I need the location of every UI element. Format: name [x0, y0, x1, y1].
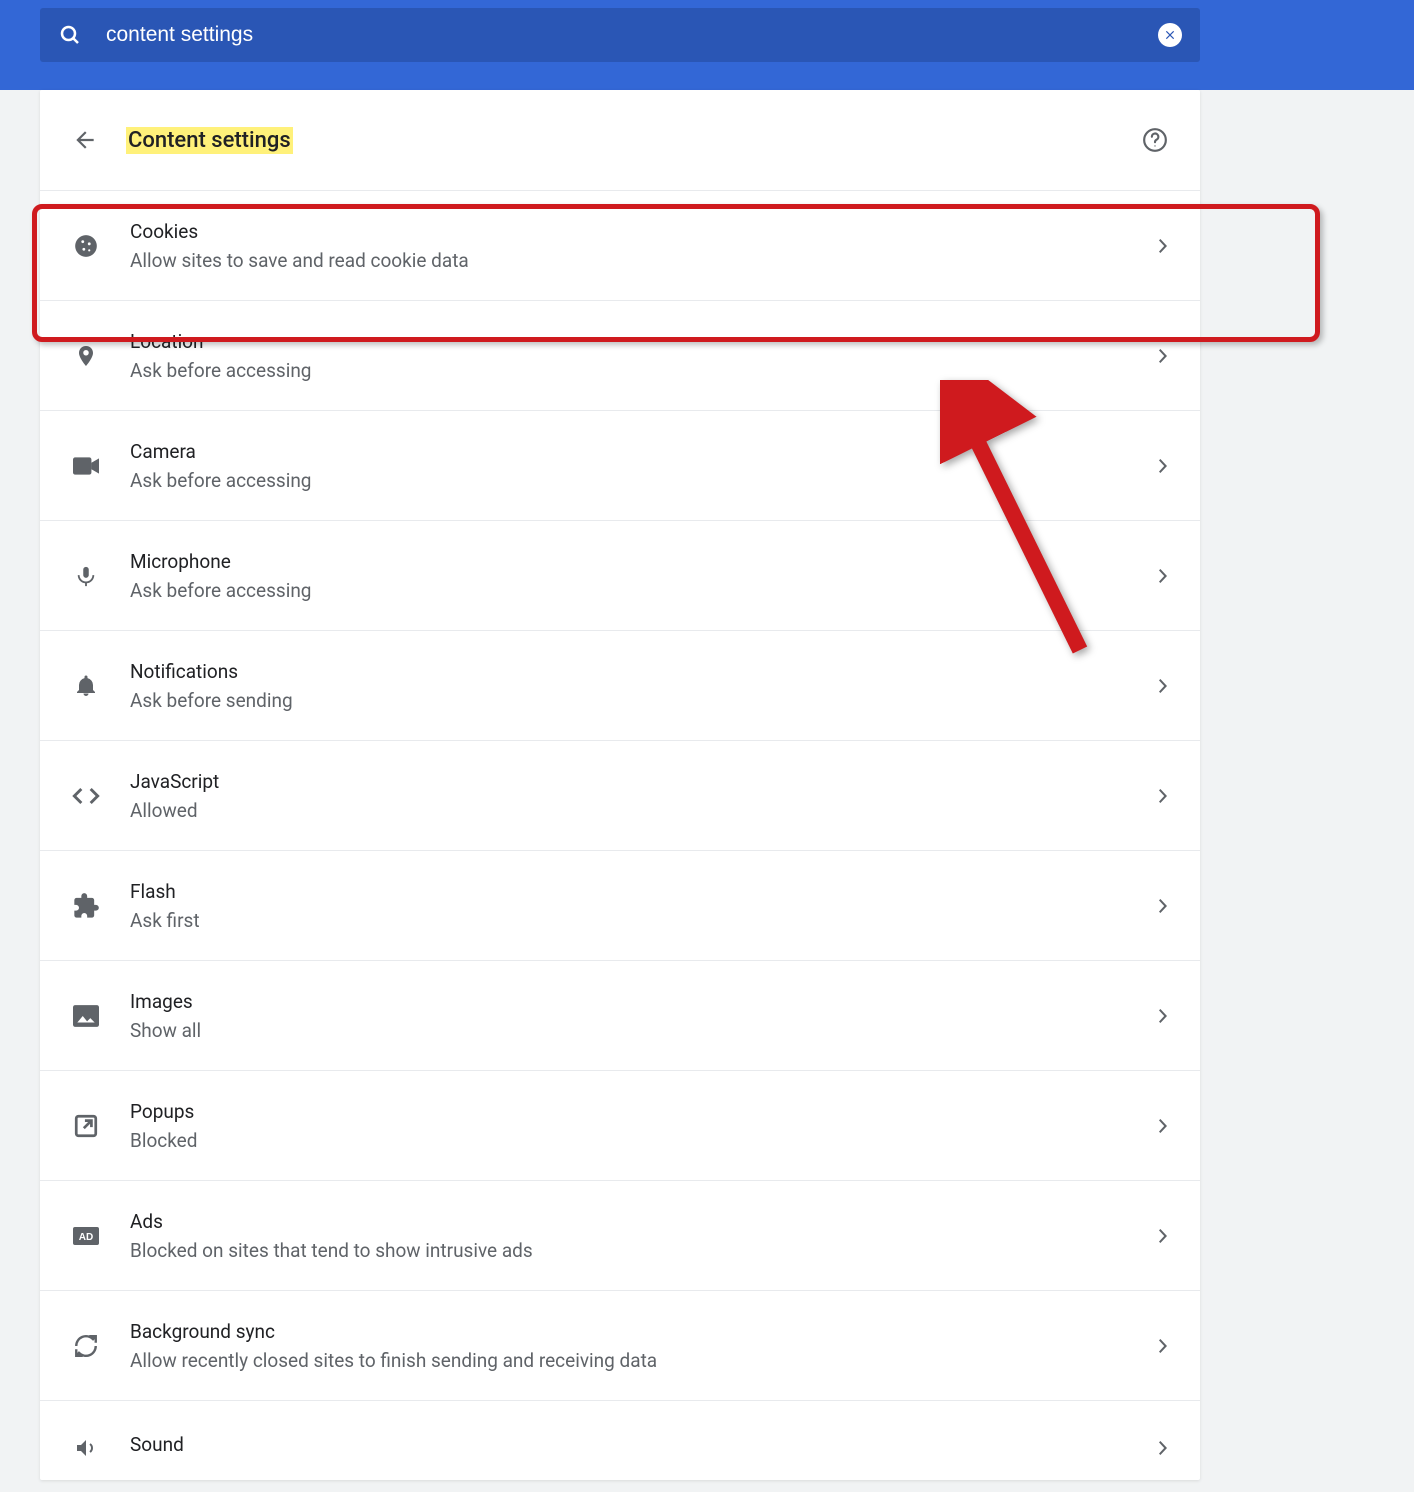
row-ads[interactable]: AD Ads Blocked on sites that tend to sho… [40, 1180, 1200, 1290]
chevron-right-icon [1158, 459, 1168, 473]
row-subtitle: Allow recently closed sites to finish se… [130, 1349, 1158, 1372]
row-title: JavaScript [130, 770, 1158, 793]
row-flash[interactable]: Flash Ask first [40, 850, 1200, 960]
row-camera[interactable]: Camera Ask before accessing [40, 410, 1200, 520]
chevron-right-icon [1158, 1339, 1168, 1353]
row-subtitle: Allowed [130, 799, 1158, 822]
chevron-right-icon [1158, 679, 1168, 693]
chevron-right-icon [1158, 569, 1168, 583]
row-subtitle: Ask before accessing [130, 579, 1158, 602]
row-subtitle: Blocked on sites that tend to show intru… [130, 1239, 1158, 1262]
code-icon [72, 782, 100, 810]
row-subtitle: Ask first [130, 909, 1158, 932]
back-button[interactable] [72, 127, 98, 153]
location-icon [72, 342, 100, 370]
row-location[interactable]: Location Ask before accessing [40, 300, 1200, 410]
microphone-icon [72, 562, 100, 590]
settings-list: Cookies Allow sites to save and read coo… [40, 190, 1200, 1480]
row-subtitle: Ask before accessing [130, 469, 1158, 492]
chevron-right-icon [1158, 239, 1168, 253]
sync-icon [72, 1332, 100, 1360]
chevron-right-icon [1158, 789, 1168, 803]
search-icon [58, 23, 82, 47]
page-title: Content settings [126, 128, 293, 153]
row-subtitle: Show all [130, 1019, 1158, 1042]
row-text: Sound [130, 1433, 1158, 1462]
search-input[interactable] [106, 23, 1158, 47]
row-title: Notifications [130, 660, 1158, 683]
row-notifications[interactable]: Notifications Ask before sending [40, 630, 1200, 740]
row-subtitle: Blocked [130, 1129, 1158, 1152]
row-images[interactable]: Images Show all [40, 960, 1200, 1070]
row-title: Location [130, 330, 1158, 353]
row-title: Cookies [130, 220, 1158, 243]
sound-icon [72, 1434, 100, 1462]
image-icon [72, 1002, 100, 1030]
ads-icon: AD [72, 1222, 100, 1250]
row-title: Background sync [130, 1320, 1158, 1343]
chevron-right-icon [1158, 1441, 1168, 1455]
row-background-sync[interactable]: Background sync Allow recently closed si… [40, 1290, 1200, 1400]
row-title: Sound [130, 1433, 1158, 1456]
row-text: Background sync Allow recently closed si… [130, 1320, 1158, 1372]
row-text: Images Show all [130, 990, 1158, 1042]
chevron-right-icon [1158, 349, 1168, 363]
row-text: Microphone Ask before accessing [130, 550, 1158, 602]
clear-search-button[interactable] [1158, 23, 1182, 47]
svg-text:AD: AD [79, 1232, 93, 1243]
row-title: Popups [130, 1100, 1158, 1123]
extension-icon [72, 892, 100, 920]
row-text: Ads Blocked on sites that tend to show i… [130, 1210, 1158, 1262]
camera-icon [72, 452, 100, 480]
row-text: Cookies Allow sites to save and read coo… [130, 220, 1158, 272]
content-card: Content settings Cookies Allow sites to … [40, 90, 1200, 1480]
row-title: Flash [130, 880, 1158, 903]
row-cookies[interactable]: Cookies Allow sites to save and read coo… [40, 190, 1200, 300]
row-subtitle: Ask before accessing [130, 359, 1158, 382]
row-popups[interactable]: Popups Blocked [40, 1070, 1200, 1180]
popup-icon [72, 1112, 100, 1140]
bell-icon [72, 672, 100, 700]
row-text: Camera Ask before accessing [130, 440, 1158, 492]
chevron-right-icon [1158, 1009, 1168, 1023]
row-title: Microphone [130, 550, 1158, 573]
cookie-icon [72, 232, 100, 260]
header-bar [0, 0, 1414, 90]
help-button[interactable] [1142, 127, 1168, 153]
row-text: Notifications Ask before sending [130, 660, 1158, 712]
row-subtitle: Ask before sending [130, 689, 1158, 712]
row-text: Flash Ask first [130, 880, 1158, 932]
row-text: JavaScript Allowed [130, 770, 1158, 822]
row-title: Ads [130, 1210, 1158, 1233]
chevron-right-icon [1158, 899, 1168, 913]
row-microphone[interactable]: Microphone Ask before accessing [40, 520, 1200, 630]
row-title: Images [130, 990, 1158, 1013]
page-header: Content settings [40, 90, 1200, 190]
chevron-right-icon [1158, 1229, 1168, 1243]
row-subtitle: Allow sites to save and read cookie data [130, 249, 1158, 272]
row-sound[interactable]: Sound [40, 1400, 1200, 1480]
row-title: Camera [130, 440, 1158, 463]
row-text: Popups Blocked [130, 1100, 1158, 1152]
chevron-right-icon [1158, 1119, 1168, 1133]
search-bar[interactable] [40, 8, 1200, 62]
row-text: Location Ask before accessing [130, 330, 1158, 382]
row-javascript[interactable]: JavaScript Allowed [40, 740, 1200, 850]
